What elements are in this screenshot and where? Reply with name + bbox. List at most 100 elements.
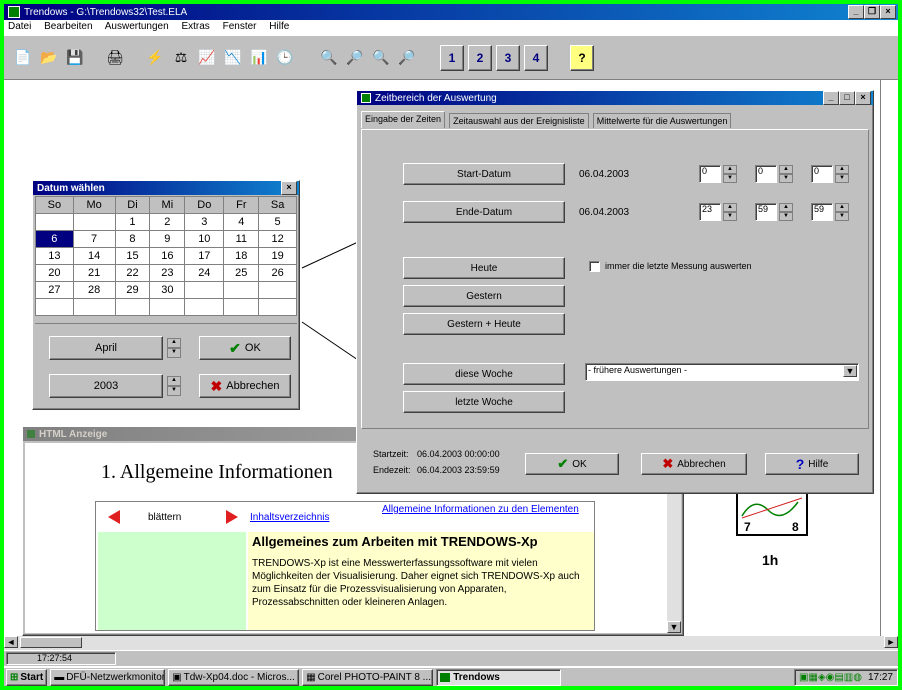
time-range-maximize[interactable]: □ [839, 91, 855, 105]
calendar-day-selected[interactable]: 6 [35, 230, 74, 248]
calendar-day[interactable]: 26 [258, 264, 297, 282]
spin-up-icon[interactable]: ▲ [167, 338, 181, 348]
calendar-day[interactable] [72, 213, 116, 231]
trend-thumbnail[interactable]: 7 8 [736, 488, 808, 536]
print-icon[interactable]: 🖨 [104, 46, 126, 70]
calendar-day[interactable]: 13 [35, 247, 74, 265]
scroll-right-icon[interactable]: ► [884, 636, 898, 648]
year-display[interactable]: 2003 [49, 374, 163, 398]
calendar-day[interactable]: 5 [258, 213, 297, 231]
start-hour-input[interactable]: 0 [699, 165, 721, 183]
spin-down-icon[interactable]: ▼ [167, 386, 181, 396]
prev-arrow-icon[interactable] [108, 510, 120, 524]
calendar-day[interactable]: 2 [149, 213, 186, 231]
view-2-button[interactable]: 2 [468, 44, 492, 71]
start-button[interactable]: ⊞ Start [6, 668, 48, 686]
restore-button[interactable]: ❐ [864, 5, 880, 19]
spin-up-icon[interactable]: ▲ [835, 203, 849, 212]
chart-area-icon[interactable]: 📉 [222, 46, 244, 70]
dialog-cancel-button[interactable]: ✖ Abbrechen [641, 453, 747, 475]
taskbar-item-word[interactable]: ▣ Tdw-Xp04.doc - Micros... [168, 668, 300, 686]
zoom-reset-icon[interactable]: 🔎 [396, 46, 418, 70]
menu-auswertungen[interactable]: Auswertungen [105, 21, 169, 32]
view-1-button[interactable]: 1 [440, 44, 464, 71]
calendar-day[interactable]: 27 [35, 281, 74, 299]
calendar-day[interactable]: 3 [184, 213, 225, 231]
spin-down-icon[interactable]: ▼ [835, 212, 849, 221]
calendar-day[interactable]: 4 [223, 213, 260, 231]
clock-icon[interactable]: 🕒 [274, 46, 296, 70]
scroll-thumb[interactable] [20, 637, 82, 648]
start-minute-spinner[interactable]: ▲ ▼ [779, 165, 793, 183]
calendar-day[interactable]: 16 [149, 247, 186, 265]
last-week-button[interactable]: letzte Woche [403, 391, 565, 413]
spin-down-icon[interactable]: ▼ [779, 212, 793, 221]
calendar-day[interactable]: 20 [35, 264, 74, 282]
calendar-day[interactable] [35, 213, 74, 231]
today-button[interactable]: Heute [403, 257, 565, 279]
tray-icons[interactable]: ▣▦◈◉▤▥◍ [799, 672, 862, 683]
calendar-day[interactable]: 11 [223, 230, 260, 248]
bar-chart-icon[interactable]: 📊 [248, 46, 270, 70]
end-minute-input[interactable]: 59 [755, 203, 777, 221]
calendar-day[interactable]: 7 [72, 230, 116, 248]
end-hour-input[interactable]: 23 [699, 203, 721, 221]
close-button[interactable]: × [880, 5, 896, 19]
view-4-button[interactable]: 4 [524, 44, 548, 71]
calendar-day[interactable]: 28 [72, 281, 116, 299]
earlier-evaluations-select[interactable]: - frühere Auswertungen - ▼ [585, 363, 859, 381]
menu-datei[interactable]: Datei [8, 21, 31, 32]
save-icon[interactable]: 💾 [64, 46, 86, 70]
chart-line-icon[interactable]: 📈 [196, 46, 218, 70]
main-horizontal-scrollbar[interactable]: ◄ ► [4, 636, 898, 650]
open-file-icon[interactable]: 📂 [38, 46, 60, 70]
spin-down-icon[interactable]: ▼ [835, 174, 849, 183]
menu-fenster[interactable]: Fenster [223, 21, 257, 32]
zoom-out-icon[interactable]: 🔍 [370, 46, 392, 70]
tab-mittelwerte[interactable]: Mittelwerte für die Auswertungen [592, 113, 732, 128]
calendar-ok-button[interactable]: ✔ OK [199, 336, 291, 360]
calendar-day[interactable]: 24 [184, 264, 225, 282]
calendar-day[interactable]: 22 [114, 264, 151, 282]
start-second-input[interactable]: 0 [811, 165, 833, 183]
end-hour-spinner[interactable]: ▲ ▼ [723, 203, 737, 221]
minimize-button[interactable]: _ [848, 5, 864, 19]
chevron-down-icon[interactable]: ▼ [843, 365, 857, 377]
calendar-cancel-button[interactable]: ✖ Abbrechen [199, 374, 291, 398]
date-picker-close-icon[interactable]: × [281, 181, 297, 195]
taskbar-item-corel[interactable]: ▦ Corel PHOTO-PAINT 8 ... [302, 668, 434, 686]
start-second-spinner[interactable]: ▲ ▼ [835, 165, 849, 183]
spin-down-icon[interactable]: ▼ [723, 174, 737, 183]
help-toolbar-button[interactable]: ? [570, 44, 594, 71]
taskbar-item-trendows[interactable]: Trendows [436, 668, 562, 686]
tab-zeitauswahl[interactable]: Zeitauswahl aus der Ereignisliste [449, 113, 589, 128]
last-measurement-checkbox[interactable] [589, 261, 600, 272]
calendar-day[interactable]: 19 [258, 247, 297, 265]
time-range-minimize[interactable]: _ [823, 91, 839, 105]
zoom-in-icon[interactable]: 🔎 [344, 46, 366, 70]
this-week-button[interactable]: diese Woche [403, 363, 565, 385]
start-minute-input[interactable]: 0 [755, 165, 777, 183]
toc-link[interactable]: Inhaltsverzeichnis [250, 512, 329, 523]
calendar-day[interactable]: 8 [114, 230, 151, 248]
calendar-day[interactable]: 9 [149, 230, 186, 248]
calendar-day[interactable]: 1 [114, 213, 151, 231]
spin-up-icon[interactable]: ▲ [723, 203, 737, 212]
start-date-button[interactable]: Start-Datum [403, 163, 565, 185]
calendar-day[interactable] [258, 281, 297, 299]
spin-down-icon[interactable]: ▼ [779, 174, 793, 183]
spin-down-icon[interactable]: ▼ [723, 212, 737, 221]
scroll-down-icon[interactable]: ▼ [667, 621, 681, 633]
start-hour-spinner[interactable]: ▲ ▼ [723, 165, 737, 183]
menu-bearbeiten[interactable]: Bearbeiten [44, 21, 92, 32]
year-spinner[interactable]: ▲ ▼ [167, 376, 181, 396]
main-vertical-scrollbar[interactable] [880, 80, 894, 636]
zoom-region-icon[interactable]: 🔍 [318, 46, 340, 70]
calendar-day[interactable]: 29 [114, 281, 151, 299]
calendar-day[interactable]: 25 [223, 264, 260, 282]
end-minute-spinner[interactable]: ▲ ▼ [779, 203, 793, 221]
calendar-day[interactable]: 21 [72, 264, 116, 282]
spin-up-icon[interactable]: ▲ [779, 203, 793, 212]
next-arrow-icon[interactable] [226, 510, 238, 524]
end-second-input[interactable]: 59 [811, 203, 833, 221]
